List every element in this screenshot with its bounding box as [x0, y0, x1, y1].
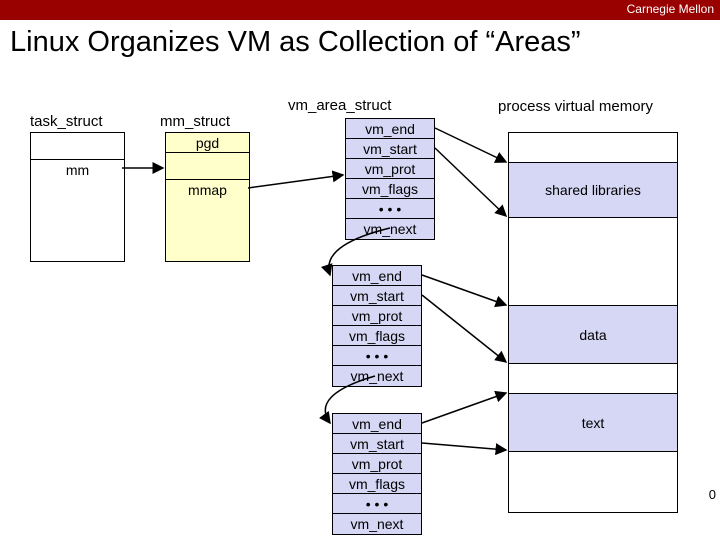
vm-area-2: vm_end vm_start vm_prot vm_flags • • • v…	[332, 265, 422, 387]
vm-area-3: vm_end vm_start vm_prot vm_flags • • • v…	[332, 413, 422, 535]
brand-label: Carnegie Mellon	[627, 2, 714, 16]
vm-next-3: vm_next	[333, 514, 421, 534]
mm-mmap-field: mmap	[166, 179, 249, 199]
vm-dots-1: • • •	[346, 199, 434, 219]
mm-struct-label: mm_struct	[160, 113, 230, 130]
vm-prot-1: vm_prot	[346, 159, 434, 179]
mm-pgd-field: pgd	[166, 133, 249, 153]
vm-area-1: vm_end vm_start vm_prot vm_flags • • • v…	[345, 118, 435, 240]
vm-prot-2: vm_prot	[333, 306, 421, 326]
mem-text: text	[509, 394, 677, 452]
pvm-label: process virtual memory	[498, 98, 653, 115]
vm-start-3: vm_start	[333, 434, 421, 454]
mem-data: data	[509, 306, 677, 364]
vm-flags-1: vm_flags	[346, 179, 434, 199]
top-bar: Carnegie Mellon	[0, 0, 720, 20]
vm-area-struct-label: vm_area_struct	[288, 97, 391, 114]
slide-title: Linux Organizes VM as Collection of “Are…	[0, 20, 720, 59]
vm-end-1: vm_end	[346, 119, 434, 139]
vm-flags-3: vm_flags	[333, 474, 421, 494]
task-struct-box: mm	[30, 132, 125, 262]
vm-dots-2: • • •	[333, 346, 421, 366]
vm-start-1: vm_start	[346, 139, 434, 159]
vm-prot-3: vm_prot	[333, 454, 421, 474]
vm-start-2: vm_start	[333, 286, 421, 306]
vm-next-1: vm_next	[346, 219, 434, 239]
vm-flags-2: vm_flags	[333, 326, 421, 346]
task-mm-field: mm	[31, 159, 124, 179]
vm-dots-3: • • •	[333, 494, 421, 514]
mem-shared: shared libraries	[509, 163, 677, 218]
vm-end-2: vm_end	[333, 266, 421, 286]
vm-next-2: vm_next	[333, 366, 421, 386]
memory-column: shared libraries data text	[508, 132, 678, 513]
slide-number: 0	[709, 487, 716, 502]
task-struct-label: task_struct	[30, 113, 103, 130]
mm-struct-box: pgd mmap	[165, 132, 250, 262]
vm-end-3: vm_end	[333, 414, 421, 434]
